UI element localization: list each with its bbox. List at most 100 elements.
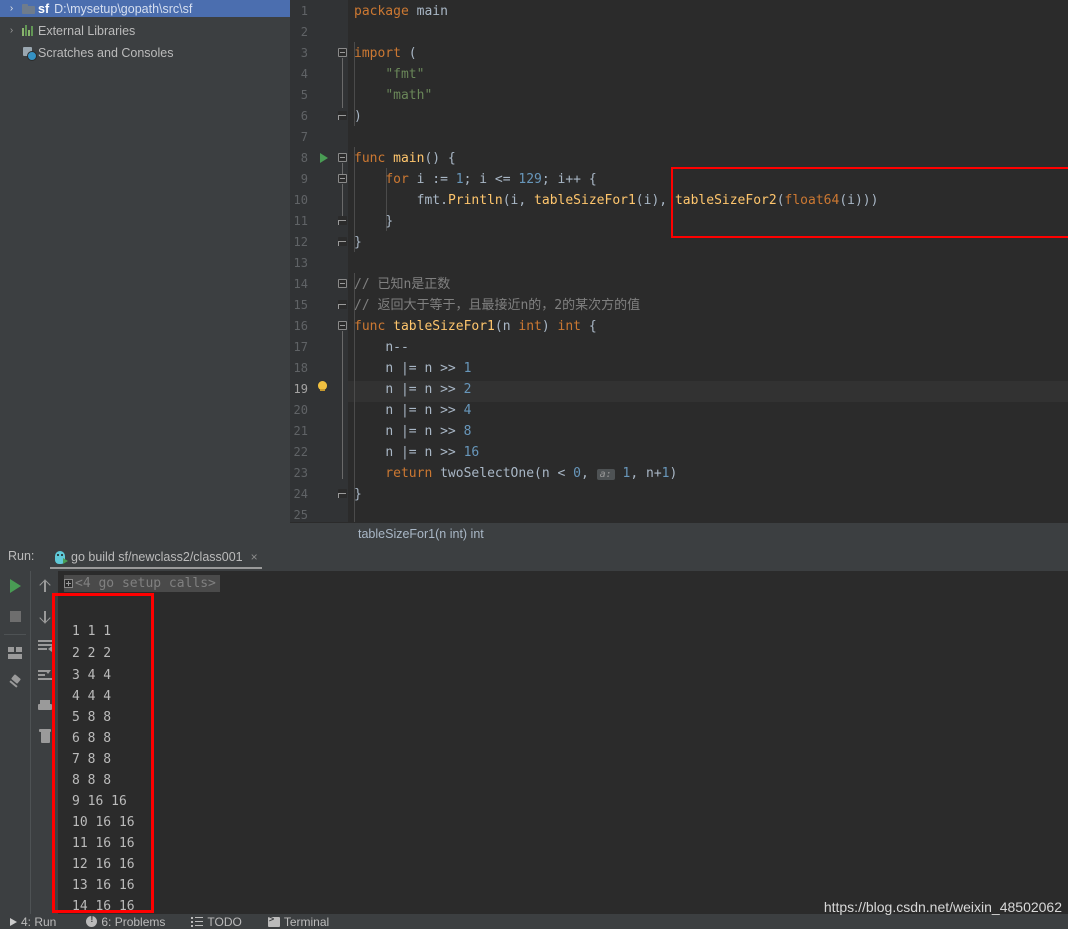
play-icon: [9, 579, 21, 593]
prev-occurrence-button[interactable]: [31, 571, 59, 601]
console-line: 10 16 16: [72, 815, 135, 830]
layout-icon: [8, 647, 22, 659]
divider: [4, 634, 26, 635]
fold-icon-import-end[interactable]: [338, 111, 347, 120]
run-function-icon[interactable]: [320, 153, 328, 163]
console-line: 7 8 8: [72, 752, 112, 767]
run-tab[interactable]: go build sf/newclass2/class001 ×: [50, 547, 262, 569]
chevron-right-icon[interactable]: ›: [4, 0, 19, 17]
pin-icon: [8, 676, 22, 690]
next-occurrence-button[interactable]: [31, 601, 59, 631]
code-editor[interactable]: 1 2 3 4 5 6 7 8 9 10 11 12 13 14 15 16 1…: [290, 0, 1068, 522]
libraries-icon: [19, 25, 37, 36]
code-line: for i := 1; i <= 129; i++ {: [385, 172, 597, 187]
fold-connector: [342, 331, 343, 479]
console-line: 12 16 16: [72, 857, 135, 872]
fold-icon-main-end[interactable]: [338, 237, 347, 246]
console-line: 8 8 8: [72, 773, 112, 788]
fold-icon-for-end[interactable]: [338, 216, 347, 225]
sidebar-item-external-libraries[interactable]: › External Libraries: [0, 22, 290, 39]
status-bar: 4: Run 6: Problems TODO Terminal: [0, 914, 1068, 929]
watermark: https://blog.csdn.net/weixin_48502062: [823, 899, 1062, 915]
scratches-icon: [19, 46, 37, 61]
stop-button[interactable]: [0, 601, 30, 631]
console-line: 3 4 4: [72, 668, 112, 683]
sidebar-item-path: D:\mysetup\gopath\src\sf: [54, 1, 193, 16]
scroll-end-icon: [38, 670, 52, 682]
console-line: 13 16 16: [72, 878, 135, 893]
sidebar-item-sf[interactable]: › sf D:\mysetup\gopath\src\sf: [0, 0, 290, 17]
project-tree-panel: › sf D:\mysetup\gopath\src\sf › External…: [0, 0, 290, 545]
status-item-todo[interactable]: TODO: [191, 914, 242, 929]
run-toolbar-primary: [0, 571, 30, 914]
fold-icon-for[interactable]: [338, 174, 347, 183]
code-line: }: [354, 487, 362, 502]
close-icon[interactable]: ×: [251, 550, 258, 564]
code-line: }: [354, 235, 362, 250]
console-line: 1 1 1: [72, 624, 112, 639]
scroll-to-end-button[interactable]: [31, 661, 59, 691]
ide-window: › sf D:\mysetup\gopath\src\sf › External…: [0, 0, 1068, 929]
expand-icon[interactable]: [64, 579, 73, 588]
fold-icon-comment[interactable]: [338, 279, 347, 288]
code-line: n |= n >> 1: [385, 361, 472, 376]
layout-button[interactable]: [0, 638, 30, 668]
fold-connector: [342, 184, 343, 217]
console-line: 5 8 8: [72, 710, 112, 725]
run-toolbar-secondary: [30, 571, 58, 914]
breadcrumb[interactable]: tableSizeFor1(n int) int: [290, 522, 1068, 545]
code-line: n |= n >> 8: [385, 424, 472, 439]
status-item-label: TODO: [207, 914, 242, 929]
status-item-terminal[interactable]: Terminal: [267, 914, 329, 929]
print-button[interactable]: [31, 691, 59, 721]
sidebar-item-label: External Libraries: [38, 23, 136, 38]
code-line: n |= n >> 2: [385, 382, 472, 397]
parameter-hint-badge: a:: [596, 469, 615, 480]
console-line: 11 16 16: [72, 836, 135, 851]
fold-icon-import[interactable]: [338, 48, 347, 57]
sidebar-item-scratches-and-consoles[interactable]: Scratches and Consoles: [0, 44, 290, 61]
clear-all-button[interactable]: [31, 721, 59, 751]
breadcrumb-label: tableSizeFor1(n int) int: [358, 527, 484, 541]
sidebar-item-label: Scratches and Consoles: [38, 45, 174, 60]
code-text-area[interactable]: package main import ( "fmt" "math" ) fun…: [348, 0, 1068, 522]
console-line: 14 16 16: [72, 899, 135, 914]
console-output[interactable]: <4 go setup calls> 1 1 1 2 2 2 3 4 4 4 4…: [58, 571, 1068, 914]
code-line: "fmt": [385, 67, 425, 82]
code-line: ): [354, 109, 362, 124]
gutter-markers: [290, 0, 348, 522]
pin-tab-button[interactable]: [0, 668, 30, 698]
code-line: return twoSelectOne(n < 0, a: 1, n+1): [354, 466, 678, 481]
fold-icon-tablesizefor1[interactable]: [338, 321, 347, 330]
arrow-up-icon: [39, 579, 51, 593]
code-line: "math": [385, 88, 433, 103]
console-line: 6 8 8: [72, 731, 112, 746]
status-item-label: 4: Run: [21, 914, 57, 929]
chevron-right-icon[interactable]: ›: [4, 22, 19, 39]
code-line: func tableSizeFor1(n int) int {: [354, 319, 597, 334]
todo-icon: [191, 916, 204, 927]
fold-icon-comment-end[interactable]: [338, 300, 347, 309]
fold-icon-main[interactable]: [338, 153, 347, 162]
fold-connector: [342, 163, 343, 174]
status-item-problems[interactable]: 6: Problems: [86, 914, 165, 929]
status-item-run[interactable]: 4: Run: [10, 915, 56, 929]
folded-setup-calls[interactable]: <4 go setup calls>: [64, 575, 220, 592]
folded-setup-label: <4 go setup calls>: [75, 576, 216, 591]
code-line: }: [385, 214, 394, 229]
soft-wrap-icon: [38, 640, 52, 652]
rerun-button[interactable]: [0, 571, 30, 601]
code-line: n--: [385, 340, 409, 355]
code-line: package main: [354, 4, 448, 19]
terminal-icon: [267, 914, 280, 927]
fold-icon-tablesizefor1-end[interactable]: [338, 489, 347, 498]
code-line: n |= n >> 16: [385, 445, 480, 460]
folder-icon: [19, 3, 37, 14]
run-panel-label: Run:: [8, 549, 35, 563]
intention-bulb-icon[interactable]: [318, 381, 327, 391]
soft-wrap-button[interactable]: [31, 631, 59, 661]
console-line: 4 4 4: [72, 689, 112, 704]
